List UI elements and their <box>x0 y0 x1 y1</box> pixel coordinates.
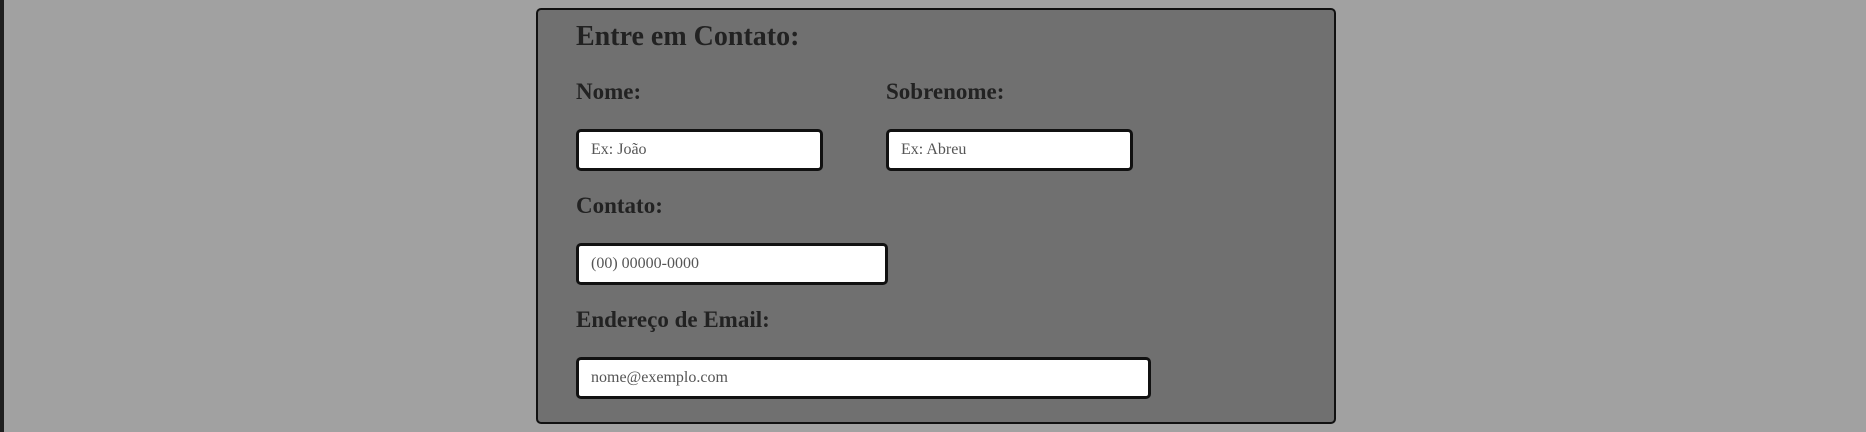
last-name-label: Sobrenome: <box>886 79 1005 104</box>
contact-form-card: Entre em Contato: Nome: Sobrenome: Conta… <box>536 8 1336 424</box>
first-name-label: Nome: <box>576 79 642 104</box>
form-title: Entre em Contato: <box>576 21 800 52</box>
contact-phone-input[interactable] <box>576 243 888 285</box>
window-left-edge <box>0 0 4 432</box>
contact-label: Contato: <box>576 193 663 218</box>
first-name-input[interactable] <box>576 129 823 171</box>
page: Entre em Contato: Nome: Sobrenome: Conta… <box>0 0 1866 432</box>
email-label: Endereço de Email: <box>576 307 770 332</box>
email-input[interactable] <box>576 357 1151 399</box>
last-name-input[interactable] <box>886 129 1133 171</box>
